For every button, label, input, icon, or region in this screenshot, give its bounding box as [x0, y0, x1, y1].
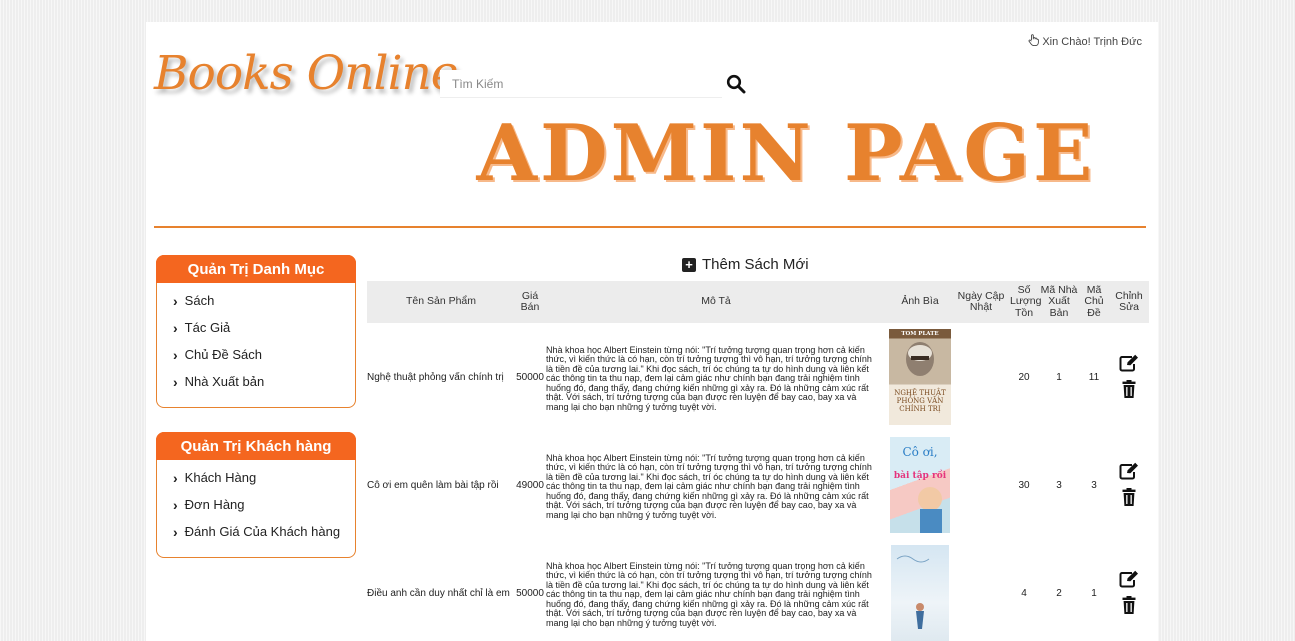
- row-actions: [1109, 539, 1149, 641]
- sidebar-item-books[interactable]: › Sách: [173, 287, 355, 314]
- book-description: Nhà khoa học Albert Einstein từng nói: "…: [546, 344, 872, 412]
- sidebar-item-label: Khách Hàng: [184, 470, 257, 485]
- books-table: Tên Sản Phẩm Giá Bán Mô Tả Ảnh Bìa Ngày …: [367, 281, 1149, 641]
- col-edit-header: Chỉnh Sửa: [1115, 289, 1143, 313]
- admin-banner: ADMIN PAGE: [476, 108, 1096, 199]
- book-publisher-id: 1: [1056, 371, 1062, 383]
- book-price: 50000: [516, 371, 544, 383]
- book-price: 50000: [516, 587, 544, 599]
- cover-title: NGHỆ THUẬT PHỎNG VẤN CHÍNH TRỊ: [894, 389, 946, 414]
- customers-panel: Quản Trị Khách hàng › Khách Hàng › Đơn Hàn…: [156, 432, 356, 558]
- trash-icon[interactable]: [1122, 487, 1136, 509]
- trash-icon[interactable]: [1122, 595, 1136, 617]
- book-name: Nghệ thuật phỏng vấn chính trị: [367, 371, 504, 383]
- book-updated: [953, 431, 1009, 539]
- book-stock: 30: [1018, 479, 1030, 491]
- add-book-button[interactable]: + Thêm Sách Mới: [682, 256, 809, 273]
- site-logo[interactable]: Books Online: [154, 46, 459, 101]
- book-topic-id: 3: [1091, 479, 1097, 491]
- table-row: Nghệ thuật phỏng vấn chính trị 50000 Nhà…: [367, 323, 1149, 431]
- chevron-right-icon: ›: [173, 373, 178, 390]
- book-cover-image: TOM PLATE NGHỆ THUẬT PHỎNG VẤN CHÍNH TRỊ: [889, 329, 951, 425]
- greeting-text: Xin Chào! Trịnh Đức: [1042, 35, 1142, 48]
- admin-page: Books Online Xin Chào! Trịnh Đức ADMIN P…: [146, 22, 1158, 641]
- customers-panel-title: Quản Trị Khách hàng: [156, 432, 356, 460]
- sidebar-item-topics[interactable]: › Chủ Đề Sách: [173, 341, 355, 368]
- plus-square-icon: +: [682, 257, 696, 272]
- col-price-header: Giá Bán: [520, 289, 540, 313]
- search-input[interactable]: [440, 70, 722, 98]
- col-cover-header: Ảnh Bìa: [901, 295, 939, 308]
- edit-icon[interactable]: [1119, 462, 1139, 483]
- book-topic-id: 1: [1091, 587, 1097, 599]
- catalog-panel-title: Quản Trị Danh Mục: [156, 255, 356, 283]
- table-row: Cô ơi em quên làm bài tập rồi 49000 Nhà …: [367, 431, 1149, 539]
- cover-title-top: Cô ơi,: [902, 445, 938, 459]
- sidebar-item-publishers[interactable]: › Nhà Xuất bản: [173, 368, 355, 395]
- col-publisher-header: Mã Nhà Xuất Bản: [1040, 284, 1078, 319]
- col-updated-header: Ngày Cập Nhật: [957, 289, 1005, 313]
- book-stock: 20: [1018, 371, 1030, 383]
- book-publisher-id: 3: [1056, 479, 1062, 491]
- sidebar-item-label: Tác Giả: [184, 320, 231, 335]
- cover-author: TOM PLATE: [901, 331, 939, 337]
- book-price: 49000: [516, 479, 544, 491]
- search-bar: [440, 69, 750, 99]
- book-description: Nhà khoa học Albert Einstein từng nói: "…: [546, 452, 872, 520]
- chevron-right-icon: ›: [173, 469, 178, 486]
- book-cover-cell: Cô ơi, bài tập rồi: [887, 431, 953, 539]
- sidebar-item-label: Sách: [184, 293, 215, 308]
- col-stock-header: Số Lượng Tồn: [1010, 284, 1042, 319]
- book-publisher-id: 2: [1056, 587, 1062, 599]
- sidebar-item-customers[interactable]: › Khách Hàng: [173, 464, 355, 491]
- sidebar-item-label: Đơn Hàng: [184, 497, 245, 512]
- chevron-right-icon: ›: [173, 523, 178, 540]
- chevron-right-icon: ›: [173, 496, 178, 513]
- catalog-panel: Quản Trị Danh Mục › Sách › Tác Giả › Chủ Đề…: [156, 255, 356, 408]
- book-cover-image: [891, 545, 949, 641]
- book-stock: 4: [1021, 587, 1027, 599]
- sidebar-item-reviews[interactable]: › Đánh Giá Của Khách hàng: [173, 518, 355, 545]
- book-updated: [953, 323, 1009, 431]
- sidebar-item-label: Chủ Đề Sách: [184, 347, 262, 362]
- col-desc-header: Mô Tả: [701, 295, 731, 308]
- row-actions: [1109, 323, 1149, 431]
- book-cover-cell: [887, 539, 953, 641]
- book-topic-id: 11: [1088, 371, 1100, 383]
- chevron-right-icon: ›: [173, 319, 178, 336]
- col-topic-header: Mã Chủ Đề: [1084, 284, 1104, 319]
- book-cover-cell: TOM PLATE NGHỆ THUẬT PHỎNG VẤN CHÍNH TRỊ: [887, 323, 953, 431]
- book-description: Nhà khoa học Albert Einstein từng nói: "…: [546, 560, 872, 628]
- book-updated: [953, 539, 1009, 641]
- cover-title: bài tập rồi: [893, 471, 947, 481]
- sidebar-item-label: Nhà Xuất bản: [184, 374, 265, 389]
- chevron-right-icon: ›: [173, 346, 178, 363]
- edit-icon[interactable]: [1119, 354, 1139, 375]
- header-divider: [154, 226, 1146, 228]
- chevron-right-icon: ›: [173, 292, 178, 309]
- user-greeting[interactable]: Xin Chào! Trịnh Đức: [1028, 34, 1142, 49]
- sidebar-item-orders[interactable]: › Đơn Hàng: [173, 491, 355, 518]
- table-row: Điều anh cần duy nhất chỉ là em 50000 Nh…: [367, 539, 1149, 641]
- search-icon[interactable]: [722, 70, 750, 98]
- table-header-row: Tên Sản Phẩm Giá Bán Mô Tả Ảnh Bìa Ngày …: [367, 281, 1149, 323]
- edit-icon[interactable]: [1119, 570, 1139, 591]
- book-name: Cô ơi em quên làm bài tập rồi: [367, 479, 499, 491]
- book-cover-image: Cô ơi, bài tập rồi: [890, 437, 950, 533]
- book-name: Điều anh cần duy nhất chỉ là em: [367, 587, 510, 599]
- trash-icon[interactable]: [1122, 379, 1136, 401]
- hand-pointer-icon: [1028, 34, 1040, 49]
- add-book-label: Thêm Sách Mới: [702, 256, 809, 273]
- row-actions: [1109, 431, 1149, 539]
- sidebar-item-authors[interactable]: › Tác Giả: [173, 314, 355, 341]
- sidebar-item-label: Đánh Giá Của Khách hàng: [184, 524, 341, 539]
- col-name-header: Tên Sản Phẩm: [405, 295, 477, 308]
